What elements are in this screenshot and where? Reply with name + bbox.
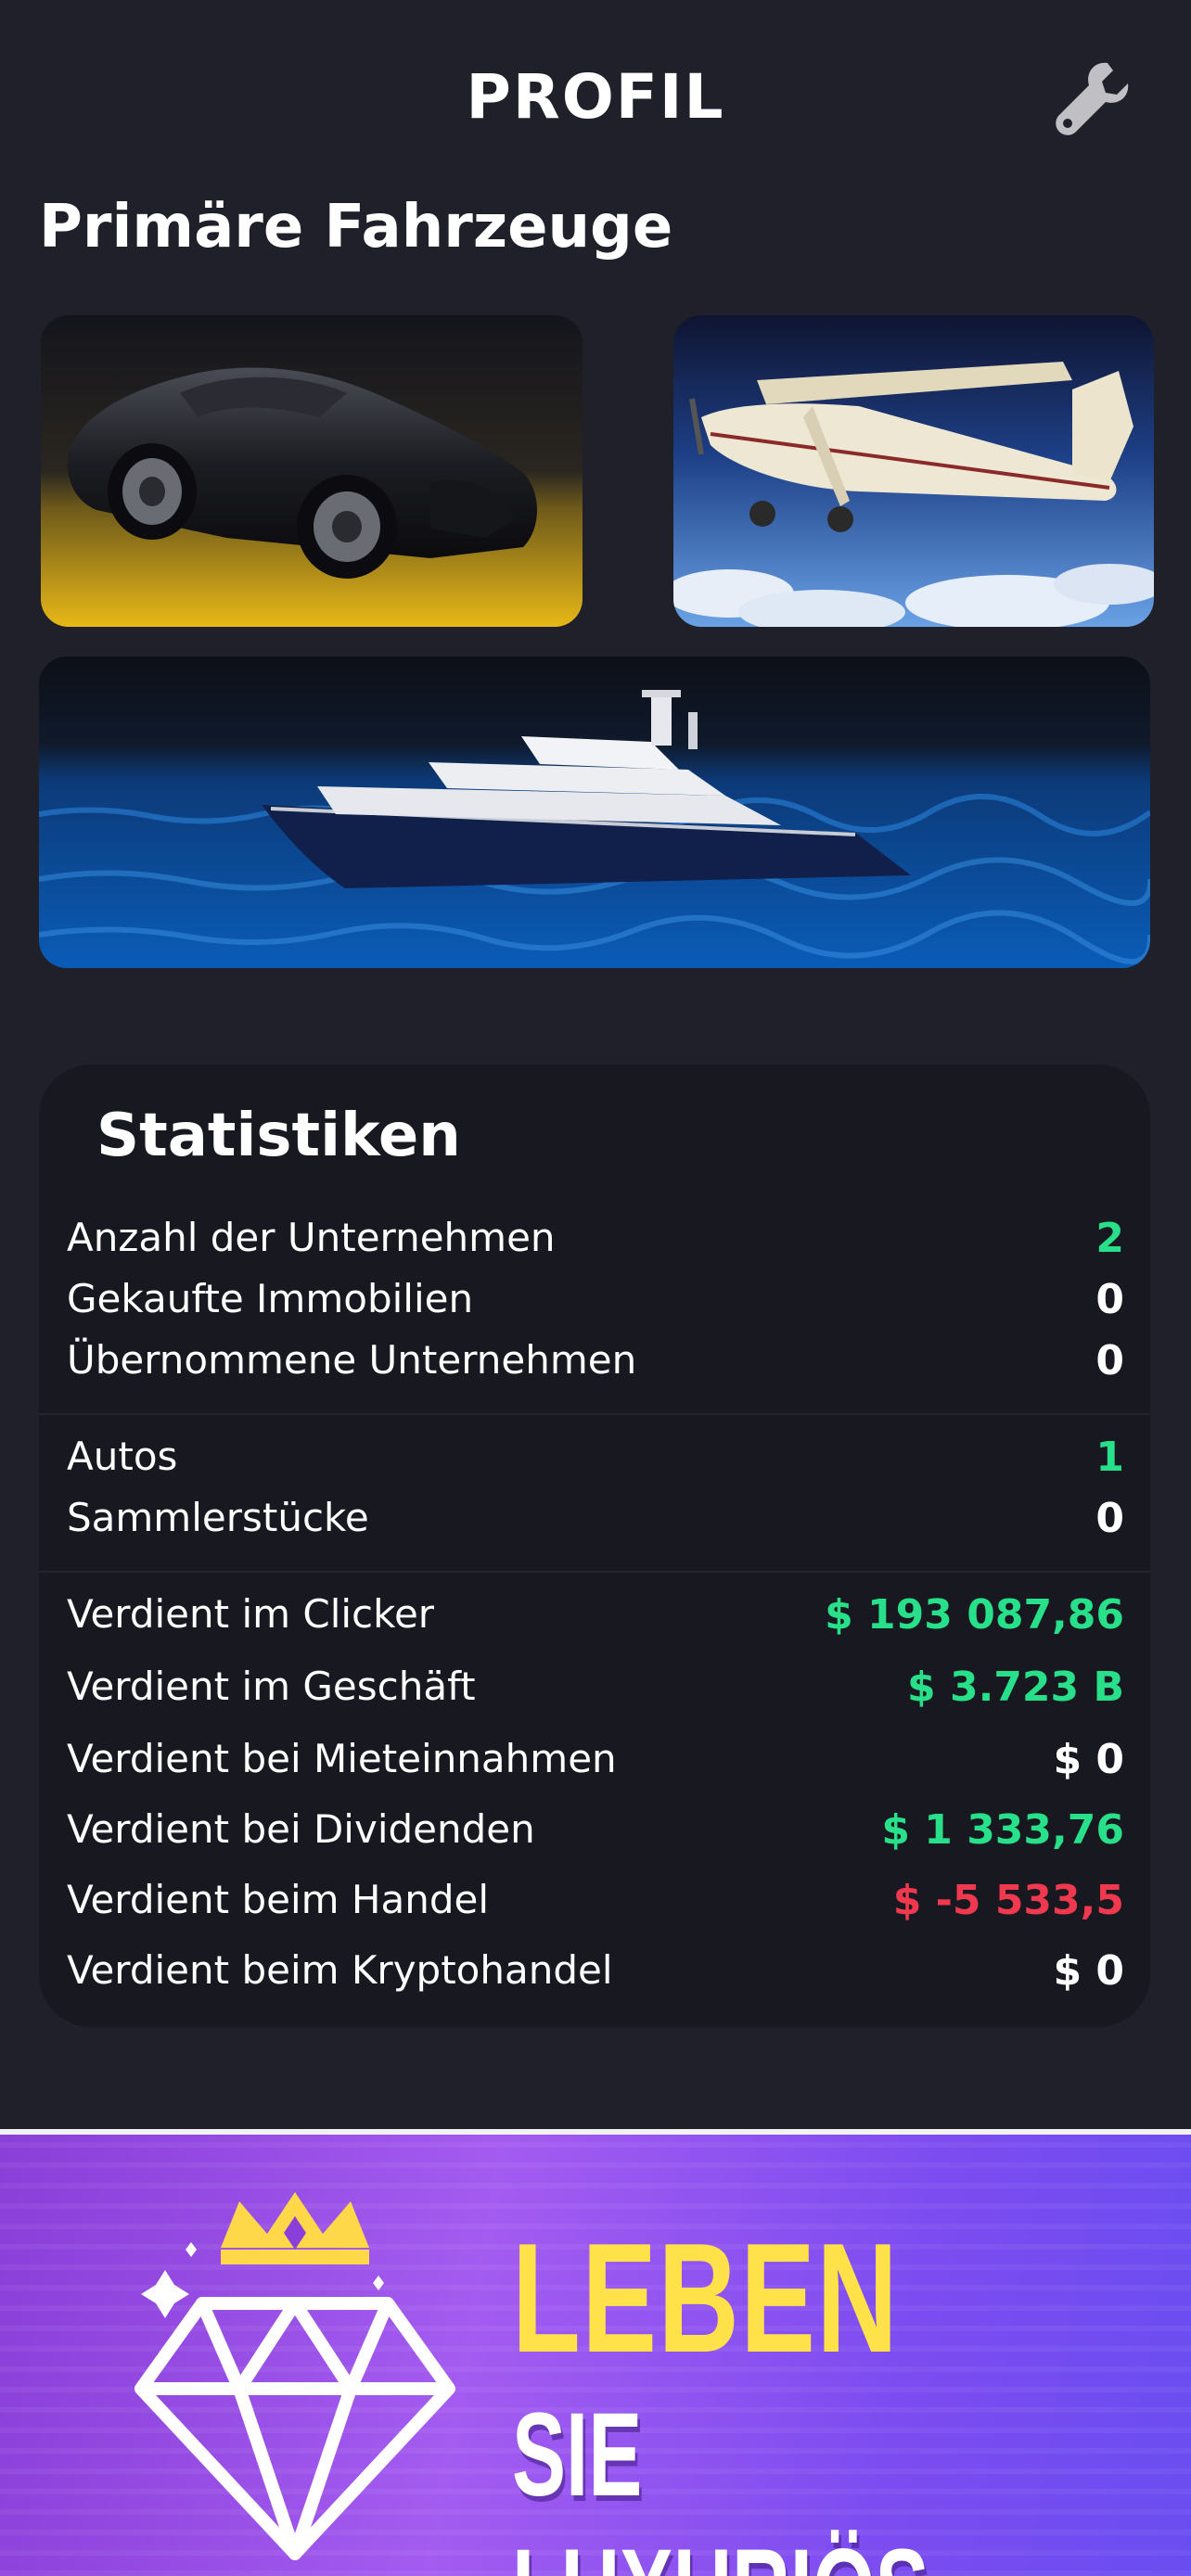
vehicle-card-yacht[interactable] (39, 657, 1150, 968)
stat-value: 0 (1095, 1495, 1124, 1542)
stat-row-collectibles: Sammlerstücke 0 (67, 1495, 1124, 1550)
plane-image (673, 315, 1154, 627)
luxury-banner[interactable]: LEBEN SIE LUXURIÖS (0, 2129, 1191, 2576)
banner-headline: LEBEN (512, 2211, 900, 2385)
header: PROFIL (0, 0, 1191, 185)
stat-row-clicker: Verdient im Clicker $ 193 087,86 (67, 1591, 1124, 1647)
stat-label: Verdient beim Handel (67, 1877, 489, 1922)
wrench-icon[interactable] (1050, 56, 1133, 139)
diamond-crown-icon (128, 2183, 462, 2572)
stat-row-rent: Verdient bei Mieteinnahmen $ 0 (67, 1736, 1124, 1792)
stat-row-real-estate: Gekaufte Immobilien 0 (67, 1276, 1124, 1332)
yacht-image (39, 657, 1150, 968)
stat-row-business: Verdient im Geschäft $ 3.723 B (67, 1664, 1124, 1719)
stat-label: Übernommene Unternehmen (67, 1337, 637, 1383)
stat-row-trading: Verdient beim Handel $ -5 533,5 (67, 1877, 1124, 1932)
stats-title: Statistiken (96, 1102, 461, 1170)
stat-value: $ 0 (1053, 1947, 1124, 1995)
stat-label: Anzahl der Unternehmen (67, 1215, 556, 1260)
stat-value: 0 (1095, 1337, 1124, 1384)
stat-label: Gekaufte Immobilien (67, 1276, 474, 1321)
stat-row-cars: Autos 1 (67, 1434, 1124, 1489)
stats-panel: Statistiken Anzahl der Unternehmen 2 Gek… (39, 1065, 1150, 2027)
stat-row-companies: Anzahl der Unternehmen 2 (67, 1215, 1124, 1270)
stat-row-acquired-companies: Übernommene Unternehmen 0 (67, 1337, 1124, 1393)
vehicle-card-car[interactable] (41, 315, 583, 627)
stat-label: Autos (67, 1434, 178, 1479)
stat-value: $ 193 087,86 (825, 1591, 1124, 1639)
stat-value: 0 (1095, 1276, 1124, 1323)
divider (39, 1413, 1150, 1415)
stat-value: 2 (1095, 1215, 1124, 1262)
stat-value: $ 3.723 B (907, 1664, 1124, 1711)
stat-value: 1 (1095, 1434, 1124, 1481)
divider (39, 1571, 1150, 1573)
car-image (41, 315, 583, 627)
vehicle-card-plane[interactable] (673, 315, 1154, 627)
stat-label: Verdient bei Mieteinnahmen (67, 1736, 617, 1781)
stat-row-dividends: Verdient bei Dividenden $ 1 333,76 (67, 1806, 1124, 1862)
stat-label: Verdient bei Dividenden (67, 1806, 535, 1852)
stat-label: Verdient beim Kryptohandel (67, 1947, 613, 1993)
page-title: PROFIL (466, 61, 725, 133)
stat-row-crypto: Verdient beim Kryptohandel $ 0 (67, 1947, 1124, 2003)
stat-value: $ -5 533,5 (892, 1877, 1124, 1924)
stat-label: Sammlerstücke (67, 1495, 369, 1540)
stat-label: Verdient im Geschäft (67, 1664, 476, 1709)
stat-label: Verdient im Clicker (67, 1591, 435, 1637)
stat-value: $ 0 (1053, 1736, 1124, 1783)
vehicles-section-title: Primäre Fahrzeuge (39, 193, 673, 261)
banner-subheadline: SIE LUXURIÖS (512, 2389, 929, 2576)
stat-value: $ 1 333,76 (881, 1806, 1124, 1854)
